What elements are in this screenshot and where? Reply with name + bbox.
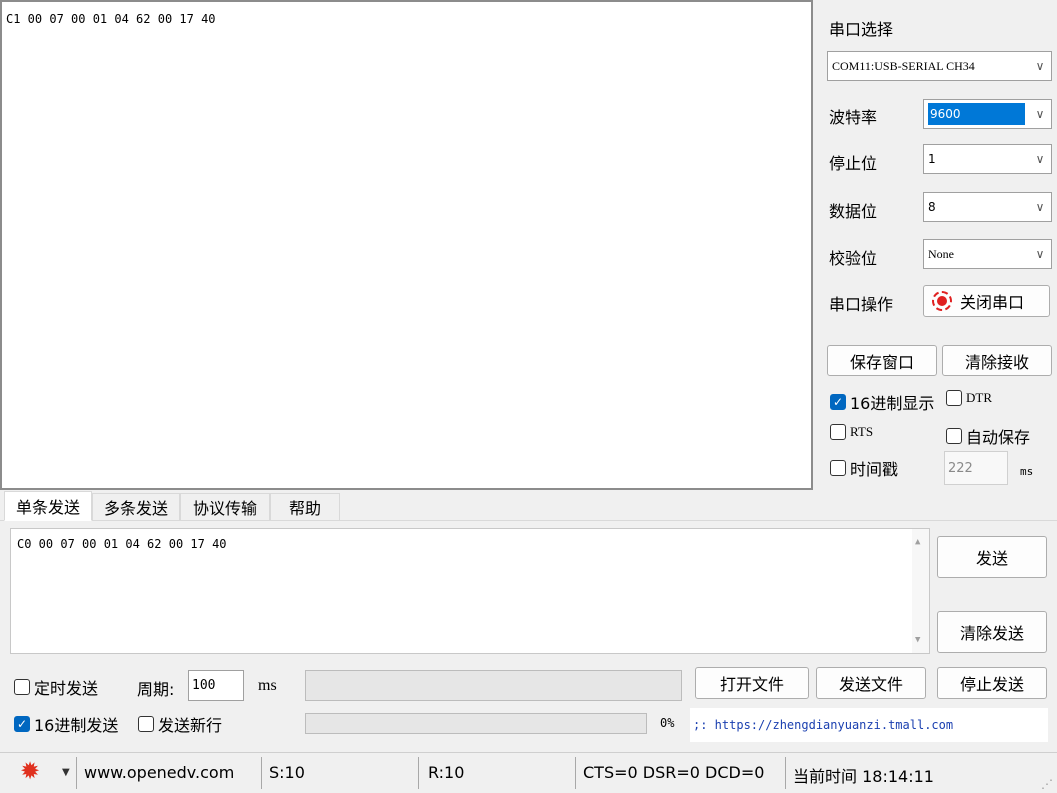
dtr-label: DTR [966,390,992,405]
tab-protocol[interactable]: 协议传输 [180,493,270,521]
timed-send-label: 定时发送 [34,679,99,698]
status-sent: S:10 [269,763,305,782]
open-file-button[interactable]: 打开文件 [695,667,809,699]
timestamp-unit: ms [1020,465,1034,478]
rts-label: RTS [850,424,874,439]
stop-bits-select[interactable]: 1 ∨ [923,144,1052,174]
ad-link[interactable]: ;: https://zhengdianyuanzi.tmall.com [690,708,1048,742]
period-label: 周期: [137,680,175,699]
rts-checkbox[interactable]: RTS [830,424,873,440]
chevron-down-icon: ∨ [1035,246,1045,261]
data-bits-select[interactable]: 8 ∨ [923,192,1052,222]
status-time: 当前时间 18:14:11 [793,767,934,786]
dtr-checkbox[interactable]: DTR [946,390,992,406]
port-select[interactable]: COM11:USB-SERIAL CH34 ∨ [827,51,1052,81]
status-bar: ✹ ▼ www.openedv.com S:10 R:10 CTS=0 DSR=… [0,752,1057,793]
port-select-value: COM11:USB-SERIAL CH34 [832,58,975,73]
dropdown-arrow-icon[interactable]: ▼ [62,767,70,778]
close-port-label: 关闭串口 [960,293,1025,312]
parity-label: 校验位 [829,249,878,268]
send-progress-bar [305,713,647,734]
save-window-button[interactable]: 保存窗口 [827,345,937,376]
gear-icon[interactable]: ✹ [20,759,40,783]
chevron-down-icon: ∨ [1035,107,1045,121]
scroll-down-icon[interactable]: ▼ [915,635,920,645]
port-select-title: 串口选择 [829,20,894,39]
checkbox-icon [946,428,962,444]
period-unit: ms [258,677,277,694]
clear-send-button[interactable]: 清除发送 [937,611,1047,653]
data-bits-value: 8 [928,200,936,214]
checkbox-icon [14,679,30,695]
file-path-bar [305,670,682,701]
hex-send-label: 16进制发送 [34,716,119,735]
tab-single-send[interactable]: 单条发送 [4,491,92,521]
chevron-down-icon: ∨ [1035,58,1045,73]
stop-bits-value: 1 [928,152,936,166]
check-icon [14,716,30,732]
clear-receive-button[interactable]: 清除接收 [942,345,1052,376]
port-op-label: 串口操作 [829,295,894,314]
baud-label: 波特率 [829,108,878,127]
stop-bits-label: 停止位 [829,154,878,173]
hex-display-label: 16进制显示 [850,394,935,413]
timestamp-checkbox[interactable]: 时间戳 [830,456,898,480]
parity-value: None [928,246,954,261]
baud-select[interactable]: 9600 ∨ [923,99,1052,129]
checkbox-icon [138,716,154,732]
status-site[interactable]: www.openedv.com [84,763,234,782]
timed-send-checkbox[interactable]: 定时发送 [14,675,98,699]
tab-multi-send[interactable]: 多条发送 [92,493,180,521]
chevron-down-icon: ∨ [1035,200,1045,214]
data-bits-label: 数据位 [829,202,878,221]
period-input[interactable]: 100 [188,670,244,701]
red-dot-icon [932,291,952,311]
scroll-up-icon[interactable]: ▲ [915,537,920,547]
status-lines: CTS=0 DSR=0 DCD=0 [583,763,765,782]
receive-area[interactable]: C1 00 07 00 01 04 62 00 17 40 [0,0,813,490]
timestamp-label: 时间戳 [850,460,899,479]
send-text: C0 00 07 00 01 04 62 00 17 40 [17,537,227,551]
receive-text: C1 00 07 00 01 04 62 00 17 40 [6,12,216,26]
close-port-button[interactable]: 关闭串口 [923,285,1050,317]
hex-send-checkbox[interactable]: 16进制发送 [14,712,118,736]
send-file-button[interactable]: 发送文件 [816,667,926,699]
send-newline-label: 发送新行 [158,716,223,735]
auto-save-label: 自动保存 [966,428,1031,447]
stop-send-button[interactable]: 停止发送 [937,667,1047,699]
timestamp-input[interactable]: 222 [944,451,1008,485]
tab-help[interactable]: 帮助 [270,493,340,521]
baud-select-value: 9600 [928,103,1025,125]
parity-select[interactable]: None ∨ [923,239,1052,269]
status-received: R:10 [428,763,465,782]
resize-grip-icon[interactable]: ⋰ [1041,777,1053,791]
send-progress-text: 0% [660,716,675,730]
send-scrollbar[interactable]: ▲ ▼ [912,529,929,653]
checkbox-icon [830,460,846,476]
send-newline-checkbox[interactable]: 发送新行 [138,712,222,736]
send-input[interactable]: C0 00 07 00 01 04 62 00 17 40 ▲ ▼ [10,528,930,654]
auto-save-checkbox[interactable]: 自动保存 [946,424,1030,448]
check-icon [830,394,846,410]
checkbox-icon [830,424,846,440]
send-button[interactable]: 发送 [937,536,1047,578]
hex-display-checkbox[interactable]: 16进制显示 [830,390,934,414]
chevron-down-icon: ∨ [1035,152,1045,166]
checkbox-icon [946,390,962,406]
